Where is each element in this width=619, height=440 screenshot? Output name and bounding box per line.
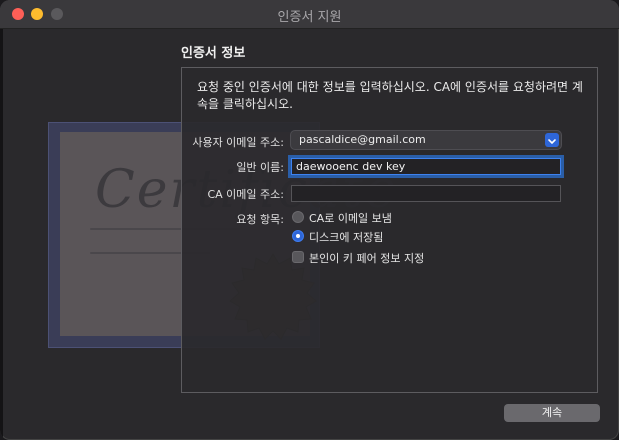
certificate-assistant-window: 인증서 지원 Certificate 인증서 정보 요청 중인 인증서에 대한 … (0, 0, 619, 440)
common-name-label: 일반 이름: (236, 161, 284, 174)
intro-text: 요청 중인 인증서에 대한 정보를 입력하십시오. CA에 인증서를 요청하려면… (197, 80, 583, 111)
keypair-checkbox[interactable] (292, 251, 304, 263)
form-panel (181, 67, 598, 393)
keypair-checkbox-label[interactable]: 본인이 키 페어 정보 지정 (309, 250, 424, 266)
window-edge (0, 29, 3, 440)
user-email-label: 사용자 이메일 주소: (192, 136, 284, 149)
radio-email-ca[interactable] (292, 211, 304, 223)
option-save-disk-label[interactable]: 디스크에 저장됨 (309, 229, 383, 245)
radio-save-disk[interactable] (292, 230, 304, 242)
option-email-ca-label[interactable]: CA로 이메일 보냄 (309, 210, 392, 226)
request-label: 요청 항목: (236, 213, 284, 226)
ca-email-input[interactable] (291, 185, 561, 202)
user-email-select[interactable]: pascaldice@gmail.com (291, 131, 561, 149)
chevron-down-icon[interactable] (545, 133, 559, 147)
section-heading: 인증서 정보 (181, 46, 246, 61)
ca-email-label: CA 이메일 주소: (207, 188, 284, 201)
common-name-input[interactable] (291, 158, 561, 175)
window-title: 인증서 지원 (277, 10, 342, 25)
continue-button[interactable]: 계속 (504, 404, 600, 422)
user-email-value: pascaldice@gmail.com (299, 133, 426, 146)
title-bar: 인증서 지원 (0, 0, 619, 29)
